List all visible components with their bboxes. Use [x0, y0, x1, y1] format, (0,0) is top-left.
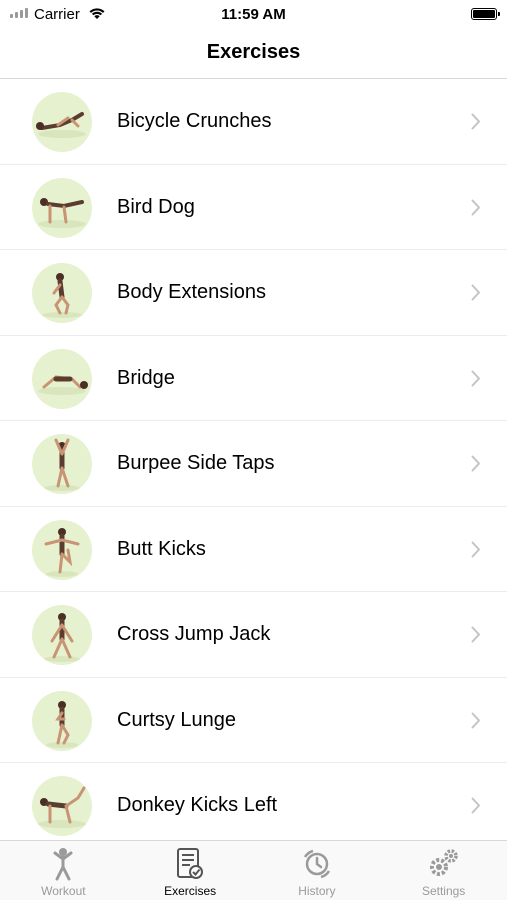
- bird-dog-thumbnail: [32, 177, 92, 238]
- exercise-row[interactable]: Bridge: [0, 336, 507, 421]
- tab-bar: Workout Exercises History Settings: [0, 840, 507, 900]
- tab-label: Workout: [41, 884, 86, 898]
- battery-icon: [471, 8, 500, 20]
- tab-history[interactable]: History: [254, 841, 381, 900]
- exercise-list[interactable]: Bicycle Crunches Bird Dog Body Extension…: [0, 79, 507, 840]
- status-bar: Carrier 11:59 AM: [0, 0, 507, 30]
- checklist-icon: [177, 848, 204, 879]
- chevron-right-icon: [471, 712, 480, 728]
- chevron-right-icon: [471, 284, 480, 301]
- body-extensions-thumbnail: [32, 263, 92, 323]
- exercise-name: Donkey Kicks Left: [117, 794, 278, 816]
- curtsy-lunge-thumbnail: [32, 690, 92, 751]
- exercise-row[interactable]: Body Extensions: [0, 250, 507, 336]
- exercise-name: Body Extensions: [117, 281, 266, 303]
- bicycle-crunches-thumbnail: [32, 92, 92, 152]
- cross-jump-jack-thumbnail: [32, 605, 92, 665]
- exercise-name: Bird Dog: [117, 195, 195, 218]
- chevron-right-icon: [471, 370, 480, 386]
- chevron-right-icon: [471, 541, 480, 557]
- exercise-name: Bicycle Crunches: [117, 110, 272, 132]
- exercise-name: Butt Kicks: [117, 537, 206, 560]
- donkey-kicks-left-thumbnail: [32, 776, 92, 836]
- person-icon: [53, 848, 73, 881]
- exercise-row[interactable]: Bird Dog: [0, 165, 507, 250]
- chevron-right-icon: [471, 113, 480, 130]
- tab-settings[interactable]: Settings: [380, 841, 507, 900]
- chevron-right-icon: [471, 797, 480, 814]
- history-clock-icon: [303, 849, 330, 879]
- exercise-row[interactable]: Donkey Kicks Left: [0, 763, 507, 840]
- tab-label: Settings: [421, 884, 466, 898]
- tab-workout[interactable]: Workout: [0, 841, 127, 900]
- gears-icon: [429, 849, 458, 876]
- exercise-name: Curtsy Lunge: [117, 708, 236, 731]
- page-title: Exercises: [206, 41, 301, 63]
- chevron-right-icon: [471, 455, 480, 472]
- tab-exercises[interactable]: Exercises: [127, 841, 254, 900]
- tab-label: History: [298, 884, 336, 898]
- clock: 11:59 AM: [221, 6, 286, 23]
- exercise-row[interactable]: Butt Kicks: [0, 507, 507, 592]
- butt-kicks-thumbnail: [32, 519, 92, 580]
- exercise-name: Bridge: [117, 366, 175, 389]
- burpee-side-taps-thumbnail: [32, 434, 92, 494]
- exercise-row[interactable]: Burpee Side Taps: [0, 421, 507, 507]
- tab-label: Exercises: [164, 884, 217, 898]
- exercise-row[interactable]: Curtsy Lunge: [0, 678, 507, 763]
- exercise-row[interactable]: Cross Jump Jack: [0, 592, 507, 678]
- exercise-row[interactable]: Bicycle Crunches: [0, 79, 507, 165]
- navigation-bar: Exercises: [0, 30, 507, 79]
- chevron-right-icon: [471, 626, 480, 643]
- bridge-thumbnail: [32, 348, 92, 409]
- exercise-name: Cross Jump Jack: [117, 623, 271, 645]
- chevron-right-icon: [471, 199, 480, 215]
- exercise-name: Burpee Side Taps: [117, 452, 275, 474]
